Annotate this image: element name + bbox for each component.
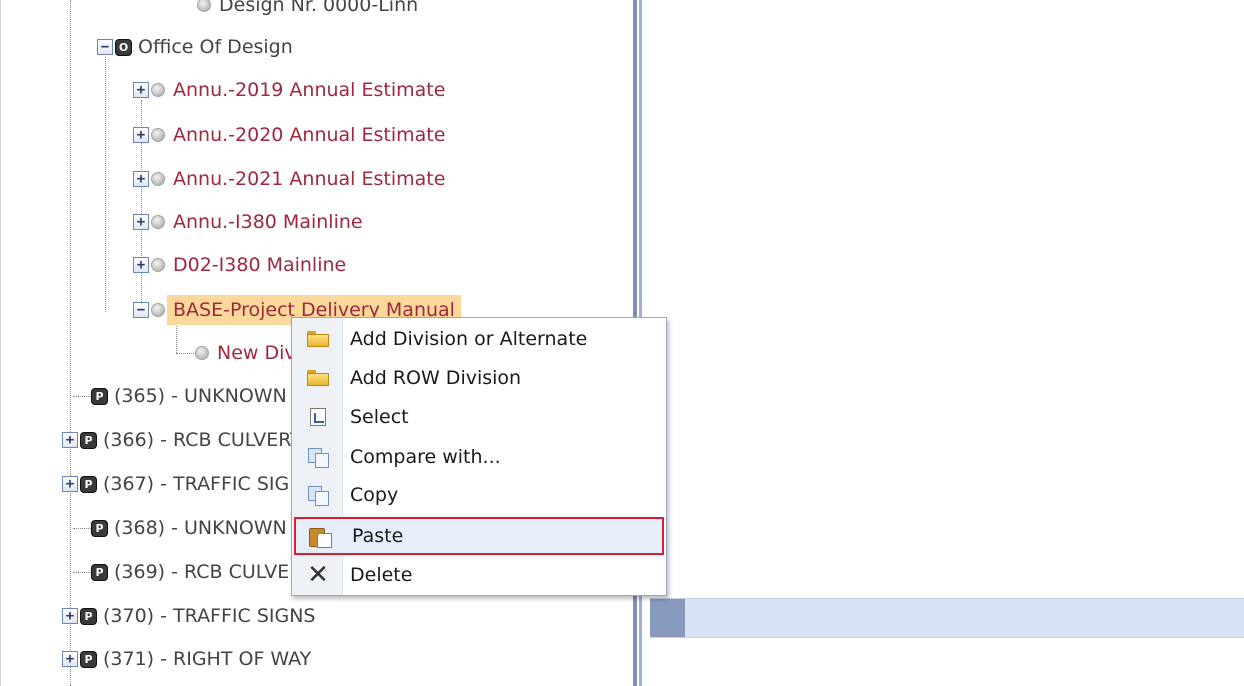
menu-item-label: Compare with... [350,446,501,468]
paste-icon [309,526,332,548]
tree-node-project[interactable]: + P (367) - TRAFFIC SIGNS [62,467,316,501]
expand-icon[interactable]: + [62,432,78,448]
detail-panel [644,0,1244,686]
expand-icon[interactable]: + [133,214,149,230]
status-dot-icon [151,172,165,186]
status-dot-icon [197,0,211,12]
tree-node-label: Annu.-2019 Annual Estimate [173,79,446,101]
menu-item-delete[interactable]: ✕ Delete [294,556,664,594]
tree-node-division[interactable]: + Annu.-2021 Annual Estimate [133,162,445,196]
menu-item-label: Add Division or Alternate [350,328,588,350]
status-dot-icon [151,258,165,272]
expand-icon[interactable]: + [62,608,78,624]
project-badge-icon: P [80,650,97,668]
tree-connector [70,0,71,686]
collapse-icon[interactable]: − [133,302,149,318]
menu-item-label: Select [350,406,409,428]
menu-item-add-row-division[interactable]: Add ROW Division [294,359,664,397]
tree-connector [105,57,106,312]
status-dot-icon [151,303,165,317]
tree-node-label: Annu.-2021 Annual Estimate [173,168,446,190]
delete-icon: ✕ [307,560,329,590]
scrollbar-thumb[interactable] [650,599,685,637]
project-badge-icon: P [91,563,108,581]
status-dot-icon [195,346,209,360]
tree-node-label: (365) - UNKNOWN [114,385,287,407]
menu-item-add-division-or-alternate[interactable]: Add Division or Alternate [294,320,664,358]
menu-item-select[interactable]: Select [294,398,664,436]
menu-item-label: Paste [352,525,404,547]
tree-node-label: (369) - RCB CULVERT [114,561,313,583]
tree-node-partial[interactable]: Design Nr. 0000-Linn [197,0,418,22]
copy-icon [308,486,329,506]
expand-icon[interactable]: + [133,257,149,273]
project-badge-icon: P [91,519,108,537]
status-dot-icon [151,215,165,229]
tree-node-office[interactable]: − O Office Of Design [97,30,293,64]
status-dot-icon [151,83,165,97]
menu-item-compare-with[interactable]: Compare with... [294,438,664,476]
folder-icon [307,370,329,386]
folder-icon [307,331,329,347]
tree-node-project[interactable]: + P (366) - RCB CULVERT [62,423,302,457]
project-badge-icon: P [80,607,97,625]
project-badge-icon: P [80,475,97,493]
context-menu: Add Division or Alternate Add ROW Divisi… [291,317,667,596]
menu-item-label: Add ROW Division [350,367,522,389]
tree-node-label: (371) - RIGHT OF WAY [103,648,312,670]
tree-node-division[interactable]: + D02-I380 Mainline [133,248,346,282]
expand-icon[interactable]: + [62,651,78,667]
collapse-icon[interactable]: − [97,39,113,55]
select-icon [310,408,326,426]
tree-node-label: Annu.-I380 Mainline [173,211,363,233]
tree-connector [73,528,91,529]
tree-node-label: (368) - UNKNOWN [114,517,287,539]
tree-node-label: (367) - TRAFFIC SIGNS [103,473,316,495]
tree-node-label: (370) - TRAFFIC SIGNS [103,605,316,627]
expand-icon[interactable]: + [133,82,149,98]
project-badge-icon: P [91,387,108,405]
tree-node-project[interactable]: + P (371) - RIGHT OF WAY [62,642,311,676]
tree-node-label: Office Of Design [138,36,293,58]
tree-node-division[interactable]: + Annu.-2019 Annual Estimate [133,73,445,107]
tree-node-label: (366) - RCB CULVERT [103,429,302,451]
tree-connector [73,396,91,397]
tree-node-label: D02-I380 Mainline [173,254,347,276]
compare-icon [308,448,329,468]
tree-node-division[interactable]: + Annu.-2020 Annual Estimate [133,118,445,152]
menu-item-label: Copy [350,484,399,506]
expand-icon[interactable]: + [62,476,78,492]
tree-connector [176,353,194,354]
tree-node-division[interactable]: + Annu.-I380 Mainline [133,205,363,239]
tree-node-project[interactable]: P (368) - UNKNOWN [91,511,287,545]
project-badge-icon: P [80,431,97,449]
tree-connector [73,572,91,573]
menu-item-copy[interactable]: Copy [294,476,664,514]
menu-item-paste[interactable]: Paste [294,517,664,555]
expand-icon[interactable]: + [133,171,149,187]
tree-node-project[interactable]: + P (370) - TRAFFIC SIGNS [62,599,316,633]
expand-icon[interactable]: + [133,127,149,143]
menu-item-label: Delete [350,564,413,586]
tree-node-project[interactable]: P (369) - RCB CULVERT [91,555,313,589]
status-dot-icon [151,128,165,142]
tree-node-label: Design Nr. 0000-Linn [219,0,419,16]
detail-scrollbar[interactable] [650,598,1244,638]
office-badge-icon: O [115,38,132,56]
tree-node-label: Annu.-2020 Annual Estimate [173,124,446,146]
tree-node-project[interactable]: P (365) - UNKNOWN [91,379,287,413]
